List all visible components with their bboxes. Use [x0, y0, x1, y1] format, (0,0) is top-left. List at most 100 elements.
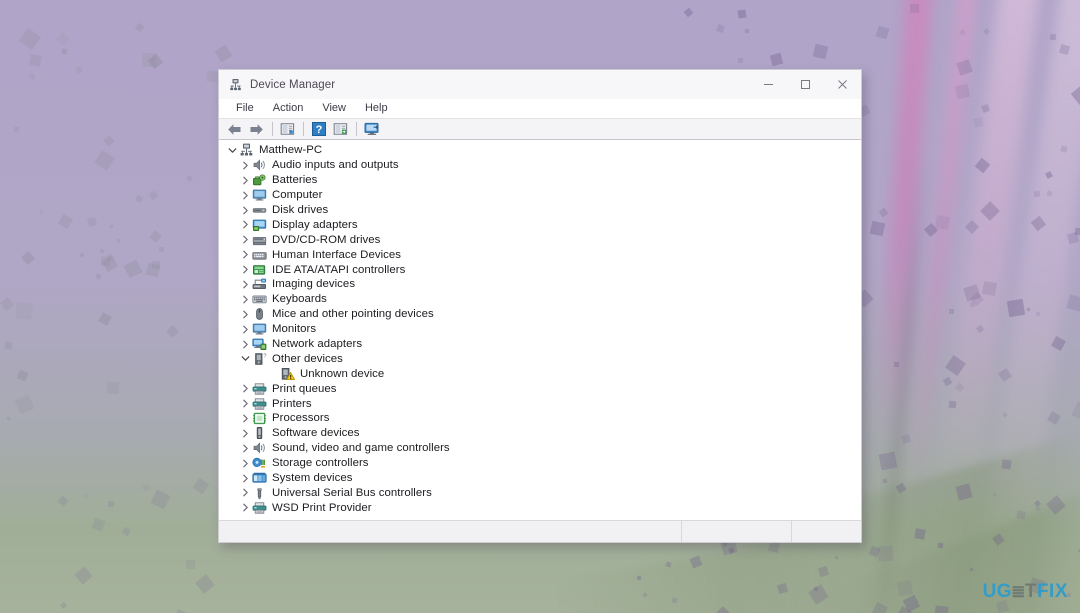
chevron-down-icon[interactable] — [238, 352, 252, 366]
back-arrow-icon[interactable] — [224, 120, 245, 139]
chevron-right-icon[interactable] — [238, 322, 252, 336]
optical-drive-icon — [252, 233, 267, 247]
chevron-right-icon[interactable] — [238, 307, 252, 321]
tree-node-storage-controllers[interactable]: Storage controllers — [219, 456, 861, 471]
tree-node-keyboards[interactable]: Keyboards — [219, 292, 861, 307]
tree-node-imaging-devices[interactable]: Imaging devices — [219, 277, 861, 292]
tree-node-processors[interactable]: Processors — [219, 411, 861, 426]
help-icon[interactable]: ? — [308, 120, 329, 139]
usb-controller-icon — [252, 486, 267, 500]
tree-node-computer[interactable]: Computer — [219, 188, 861, 203]
processor-icon — [252, 411, 267, 425]
hid-icon — [252, 248, 267, 262]
software-device-icon — [252, 426, 267, 440]
tree-node-label: WSD Print Provider — [272, 501, 372, 514]
wallpaper-streak — [889, 0, 979, 613]
tree-node-label: System devices — [272, 472, 353, 485]
scan-hardware-icon[interactable] — [361, 120, 382, 139]
forward-arrow-icon[interactable] — [246, 120, 267, 139]
ugetfix-watermark: UG ≣ T FIX — [983, 581, 1068, 603]
tree-node-network-adapters[interactable]: Network adapters — [219, 337, 861, 352]
desktop-wallpaper: Device Manager File Action View Help ? M… — [0, 0, 1080, 613]
tree-node-label: Printers — [272, 397, 312, 410]
chevron-right-icon[interactable] — [238, 411, 252, 425]
monitor-icon — [252, 188, 267, 202]
wallpaper-streak — [967, 0, 1080, 613]
chevron-right-icon[interactable] — [238, 203, 252, 217]
chevron-right-icon[interactable] — [238, 158, 252, 172]
tree-node-mice-and-other-pointing-devices[interactable]: Mice and other pointing devices — [219, 307, 861, 322]
tree-node-print-queues[interactable]: Print queues — [219, 381, 861, 396]
maximize-button[interactable] — [787, 70, 824, 99]
status-bar-cell-2 — [681, 521, 791, 542]
chevron-right-icon[interactable] — [238, 501, 252, 515]
window-titlebar[interactable]: Device Manager — [219, 70, 861, 99]
tree-node-software-devices[interactable]: Software devices — [219, 426, 861, 441]
tree-node-label: Computer — [272, 189, 323, 202]
tree-node-label: Matthew-PC — [259, 144, 323, 157]
network-adapter-icon — [252, 337, 267, 351]
chevron-right-icon[interactable] — [238, 441, 252, 455]
chevron-right-icon[interactable] — [238, 218, 252, 232]
close-button[interactable] — [824, 70, 861, 99]
menu-item-action[interactable]: Action — [266, 101, 311, 116]
tree-node-disk-drives[interactable]: Disk drives — [219, 203, 861, 218]
chevron-down-icon[interactable] — [225, 143, 239, 157]
chevron-right-icon[interactable] — [238, 397, 252, 411]
tree-node-display-adapters[interactable]: Display adapters — [219, 217, 861, 232]
tree-node-human-interface-devices[interactable]: Human Interface Devices — [219, 247, 861, 262]
tree-node-monitors[interactable]: Monitors — [219, 322, 861, 337]
menu-item-file[interactable]: File — [229, 101, 261, 116]
tree-node-audio-inputs-and-outputs[interactable]: Audio inputs and outputs — [219, 158, 861, 173]
tree-node-label: Human Interface Devices — [272, 248, 402, 261]
tree-node-universal-serial-bus-controllers[interactable]: Universal Serial Bus controllers — [219, 485, 861, 500]
tree-node-label: Other devices — [272, 352, 343, 365]
tree-node-sound-video-and-game-controllers[interactable]: Sound, video and game controllers — [219, 441, 861, 456]
menu-item-help[interactable]: Help — [358, 101, 395, 116]
update-driver-icon[interactable] — [330, 120, 351, 139]
chevron-right-icon[interactable] — [238, 248, 252, 262]
properties-icon[interactable] — [277, 120, 298, 139]
chevron-right-icon[interactable] — [238, 486, 252, 500]
speaker-icon — [252, 158, 267, 172]
mouse-icon — [252, 307, 267, 321]
tree-node-other-devices[interactable]: ? Other devices — [219, 351, 861, 366]
menu-item-view[interactable]: View — [315, 101, 353, 116]
tree-node-label: Batteries — [272, 174, 318, 187]
chevron-right-icon[interactable] — [238, 337, 252, 351]
tree-node-unknown-device[interactable]: Unknown device — [219, 366, 861, 381]
tree-node-batteries[interactable]: Batteries — [219, 173, 861, 188]
tree-node-label: Unknown device — [300, 367, 385, 380]
tree-node-system-devices[interactable]: System devices — [219, 471, 861, 486]
device-manager-window: Device Manager File Action View Help ? M… — [218, 69, 862, 543]
window-title: Device Manager — [250, 78, 336, 91]
chevron-right-icon[interactable] — [238, 382, 252, 396]
tree-node-wsd-print-provider[interactable]: WSD Print Provider — [219, 500, 861, 515]
tree-node-ide-ata-atapi-controllers[interactable]: IDE ATA/ATAPI controllers — [219, 262, 861, 277]
window-controls — [750, 70, 861, 99]
status-bar-main-cell — [219, 521, 681, 542]
device-tree[interactable]: Matthew-PC Audio inputs and outputs Batter… — [219, 140, 861, 520]
chevron-right-icon[interactable] — [238, 456, 252, 470]
toolbar-separator — [272, 122, 273, 136]
tree-node-label: Universal Serial Bus controllers — [272, 486, 432, 499]
toolbar-separator — [356, 122, 357, 136]
chevron-right-icon[interactable] — [238, 292, 252, 306]
tree-node-dvd-cd-rom-drives[interactable]: DVD/CD-ROM drives — [219, 232, 861, 247]
chevron-right-icon[interactable] — [238, 471, 252, 485]
status-bar-cell-3 — [791, 521, 861, 542]
toolbar-separator — [303, 122, 304, 136]
chevron-right-icon[interactable] — [238, 277, 252, 291]
tree-node-matthew-pc[interactable]: Matthew-PC — [219, 143, 861, 158]
svg-text:?: ? — [263, 353, 266, 359]
tree-node-label: Sound, video and game controllers — [272, 442, 450, 455]
chevron-right-icon[interactable] — [238, 426, 252, 440]
chevron-right-icon[interactable] — [238, 173, 252, 187]
ide-controller-icon — [252, 263, 267, 277]
minimize-button[interactable] — [750, 70, 787, 99]
chevron-right-icon[interactable] — [238, 233, 252, 247]
chevron-right-icon[interactable] — [238, 188, 252, 202]
chevron-right-icon[interactable] — [238, 263, 252, 277]
tree-node-printers[interactable]: Printers — [219, 396, 861, 411]
wallpaper-streak — [859, 0, 935, 613]
